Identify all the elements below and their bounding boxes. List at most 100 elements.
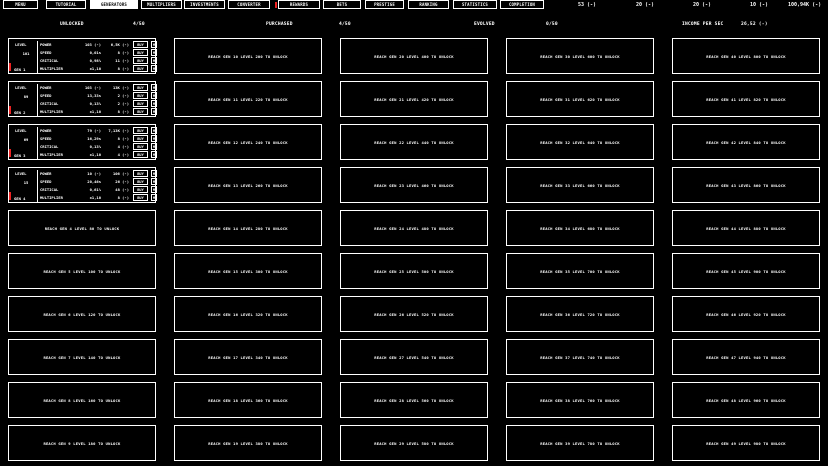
tab-investments[interactable]: INVESTMENTS (184, 0, 225, 9)
buy-button[interactable]: BUY (133, 41, 148, 48)
locked-generator-slot: REACH GEN 5 LEVEL 100 TO UNLOCK (8, 253, 156, 289)
tab-menu[interactable]: MENU (3, 0, 38, 9)
divider (37, 127, 38, 159)
locked-generator-slot: REACH GEN 25 LEVEL 500 TO UNLOCK (340, 253, 488, 289)
buy-button[interactable]: BUY (133, 143, 148, 150)
max-button[interactable]: M (151, 170, 157, 177)
max-button[interactable]: M (151, 92, 157, 99)
buy-button[interactable]: BUY (133, 178, 148, 185)
tab-ranking[interactable]: RANKING (408, 0, 449, 9)
stat-label: CRITICAL (40, 58, 59, 63)
stat-label: MULTIPLIER (40, 66, 63, 71)
max-button[interactable]: M (151, 127, 157, 134)
stat-cost: 8 (-) (117, 136, 129, 141)
buy-button[interactable]: BUY (133, 84, 148, 91)
buy-button[interactable]: BUY (133, 170, 148, 177)
max-button[interactable]: M (151, 57, 157, 64)
max-button[interactable]: M (151, 194, 157, 201)
locked-generator-slot: REACH GEN 45 LEVEL 900 TO UNLOCK (672, 253, 820, 289)
max-button[interactable]: M (151, 143, 157, 150)
stat-cost: 4 (-) (117, 152, 129, 157)
generator-card-3: LEVEL 69 GEN 3 POWER 79 (-) 7,13K (-) BU… (8, 124, 157, 160)
buy-button[interactable]: BUY (133, 127, 148, 134)
buy-button[interactable]: BUY (133, 108, 148, 115)
stat-label: MULTIPLIER (40, 195, 63, 200)
active-marker (9, 106, 11, 114)
locked-generator-slot: REACH GEN 9 LEVEL 180 TO UNLOCK (8, 425, 156, 461)
locked-generator-slot: REACH GEN 46 LEVEL 920 TO UNLOCK (672, 296, 820, 332)
locked-generator-slot: REACH GEN 41 LEVEL 820 TO UNLOCK (672, 81, 820, 117)
tab-tutorial[interactable]: TUTORIAL (46, 0, 86, 9)
stat-value: 0,61% (89, 187, 101, 192)
stat-cost: 8 (-) (117, 109, 129, 114)
locked-generator-slot: REACH GEN 49 LEVEL 980 TO UNLOCK (672, 425, 820, 461)
tab-converter[interactable]: CONVERTER (228, 0, 270, 9)
stat-label: MULTIPLIER (40, 152, 63, 157)
max-button[interactable]: M (151, 178, 157, 185)
buy-button[interactable]: BUY (133, 65, 148, 72)
level-value: 15 (23, 180, 29, 185)
level-label: LEVEL (15, 128, 27, 133)
stat-cost: 6,5K (-) (110, 42, 129, 47)
buy-button[interactable]: BUY (133, 57, 148, 64)
locked-generator-slot: REACH GEN 18 LEVEL 360 TO UNLOCK (174, 382, 322, 418)
locked-generator-slot: REACH GEN 42 LEVEL 840 TO UNLOCK (672, 124, 820, 160)
locked-generator-slot: REACH GEN 21 LEVEL 420 TO UNLOCK (340, 81, 488, 117)
tab-multipliers[interactable]: MULTIPLIERS (141, 0, 182, 9)
level-value: 69 (23, 137, 29, 142)
locked-generator-slot: REACH GEN 40 LEVEL 800 TO UNLOCK (672, 38, 820, 74)
max-button[interactable]: M (151, 49, 157, 56)
divider (37, 41, 38, 73)
stat-cost: 13K (-) (112, 85, 129, 90)
purchased-label: PURCHASED (266, 22, 293, 27)
stat-label: SPEED (40, 179, 52, 184)
generator-name: GEN 1 (14, 67, 26, 72)
locked-generator-slot: REACH GEN 38 LEVEL 760 TO UNLOCK (506, 382, 654, 418)
resource-3: 20 (-) (693, 2, 712, 8)
unlocked-label: UNLOCKED (60, 22, 84, 27)
stat-value: x1,10 (89, 152, 101, 157)
locked-generator-slot: REACH GEN 8 LEVEL 160 TO UNLOCK (8, 382, 156, 418)
locked-generator-slot: REACH GEN 24 LEVEL 480 TO UNLOCK (340, 210, 488, 246)
income-value: 26,52 (-) (741, 22, 768, 27)
unlocked-value: 4/50 (133, 22, 145, 27)
max-button[interactable]: M (151, 100, 157, 107)
locked-generator-slot: REACH GEN 19 LEVEL 380 TO UNLOCK (174, 425, 322, 461)
locked-generator-slot: REACH GEN 31 LEVEL 620 TO UNLOCK (506, 81, 654, 117)
buy-button[interactable]: BUY (133, 49, 148, 56)
tab-generators[interactable]: GENERATORS (90, 0, 138, 9)
buy-button[interactable]: BUY (133, 186, 148, 193)
tab-completion[interactable]: COMPLETION (500, 0, 544, 9)
locked-generator-slot: REACH GEN 15 LEVEL 300 TO UNLOCK (174, 253, 322, 289)
buy-button[interactable]: BUY (133, 100, 148, 107)
max-button[interactable]: M (151, 151, 157, 158)
buy-button[interactable]: BUY (133, 92, 148, 99)
stat-value: 0,01s (89, 50, 101, 55)
locked-generator-slot: REACH GEN 30 LEVEL 600 TO UNLOCK (506, 38, 654, 74)
locked-generator-slot: REACH GEN 39 LEVEL 780 TO UNLOCK (506, 425, 654, 461)
max-button[interactable]: M (151, 186, 157, 193)
max-button[interactable]: M (151, 41, 157, 48)
locked-generator-slot: REACH GEN 43 LEVEL 860 TO UNLOCK (672, 167, 820, 203)
tab-statistics[interactable]: STATISTICS (453, 0, 497, 9)
max-button[interactable]: M (151, 135, 157, 142)
locked-generator-slot: REACH GEN 17 LEVEL 340 TO UNLOCK (174, 339, 322, 375)
stat-label: MULTIPLIER (40, 109, 63, 114)
buy-button[interactable]: BUY (133, 151, 148, 158)
buy-button[interactable]: BUY (133, 194, 148, 201)
max-button[interactable]: M (151, 65, 157, 72)
locked-generator-slot: REACH GEN 23 LEVEL 460 TO UNLOCK (340, 167, 488, 203)
locked-generator-slot: REACH GEN 36 LEVEL 720 TO UNLOCK (506, 296, 654, 332)
tab-bets[interactable]: BETS (323, 0, 361, 9)
tab-rewards[interactable]: REWARDS (278, 0, 320, 9)
locked-generator-slot: REACH GEN 7 LEVEL 140 TO UNLOCK (8, 339, 156, 375)
stat-value: 103 (-) (84, 42, 101, 47)
active-marker (9, 192, 11, 200)
max-button[interactable]: M (151, 108, 157, 115)
stat-value: 13,33s (87, 93, 101, 98)
stat-value: 10 (-) (87, 171, 101, 176)
tab-prestige[interactable]: PRESTIGE (365, 0, 404, 9)
buy-button[interactable]: BUY (133, 135, 148, 142)
stat-value: x1,10 (89, 66, 101, 71)
max-button[interactable]: M (151, 84, 157, 91)
